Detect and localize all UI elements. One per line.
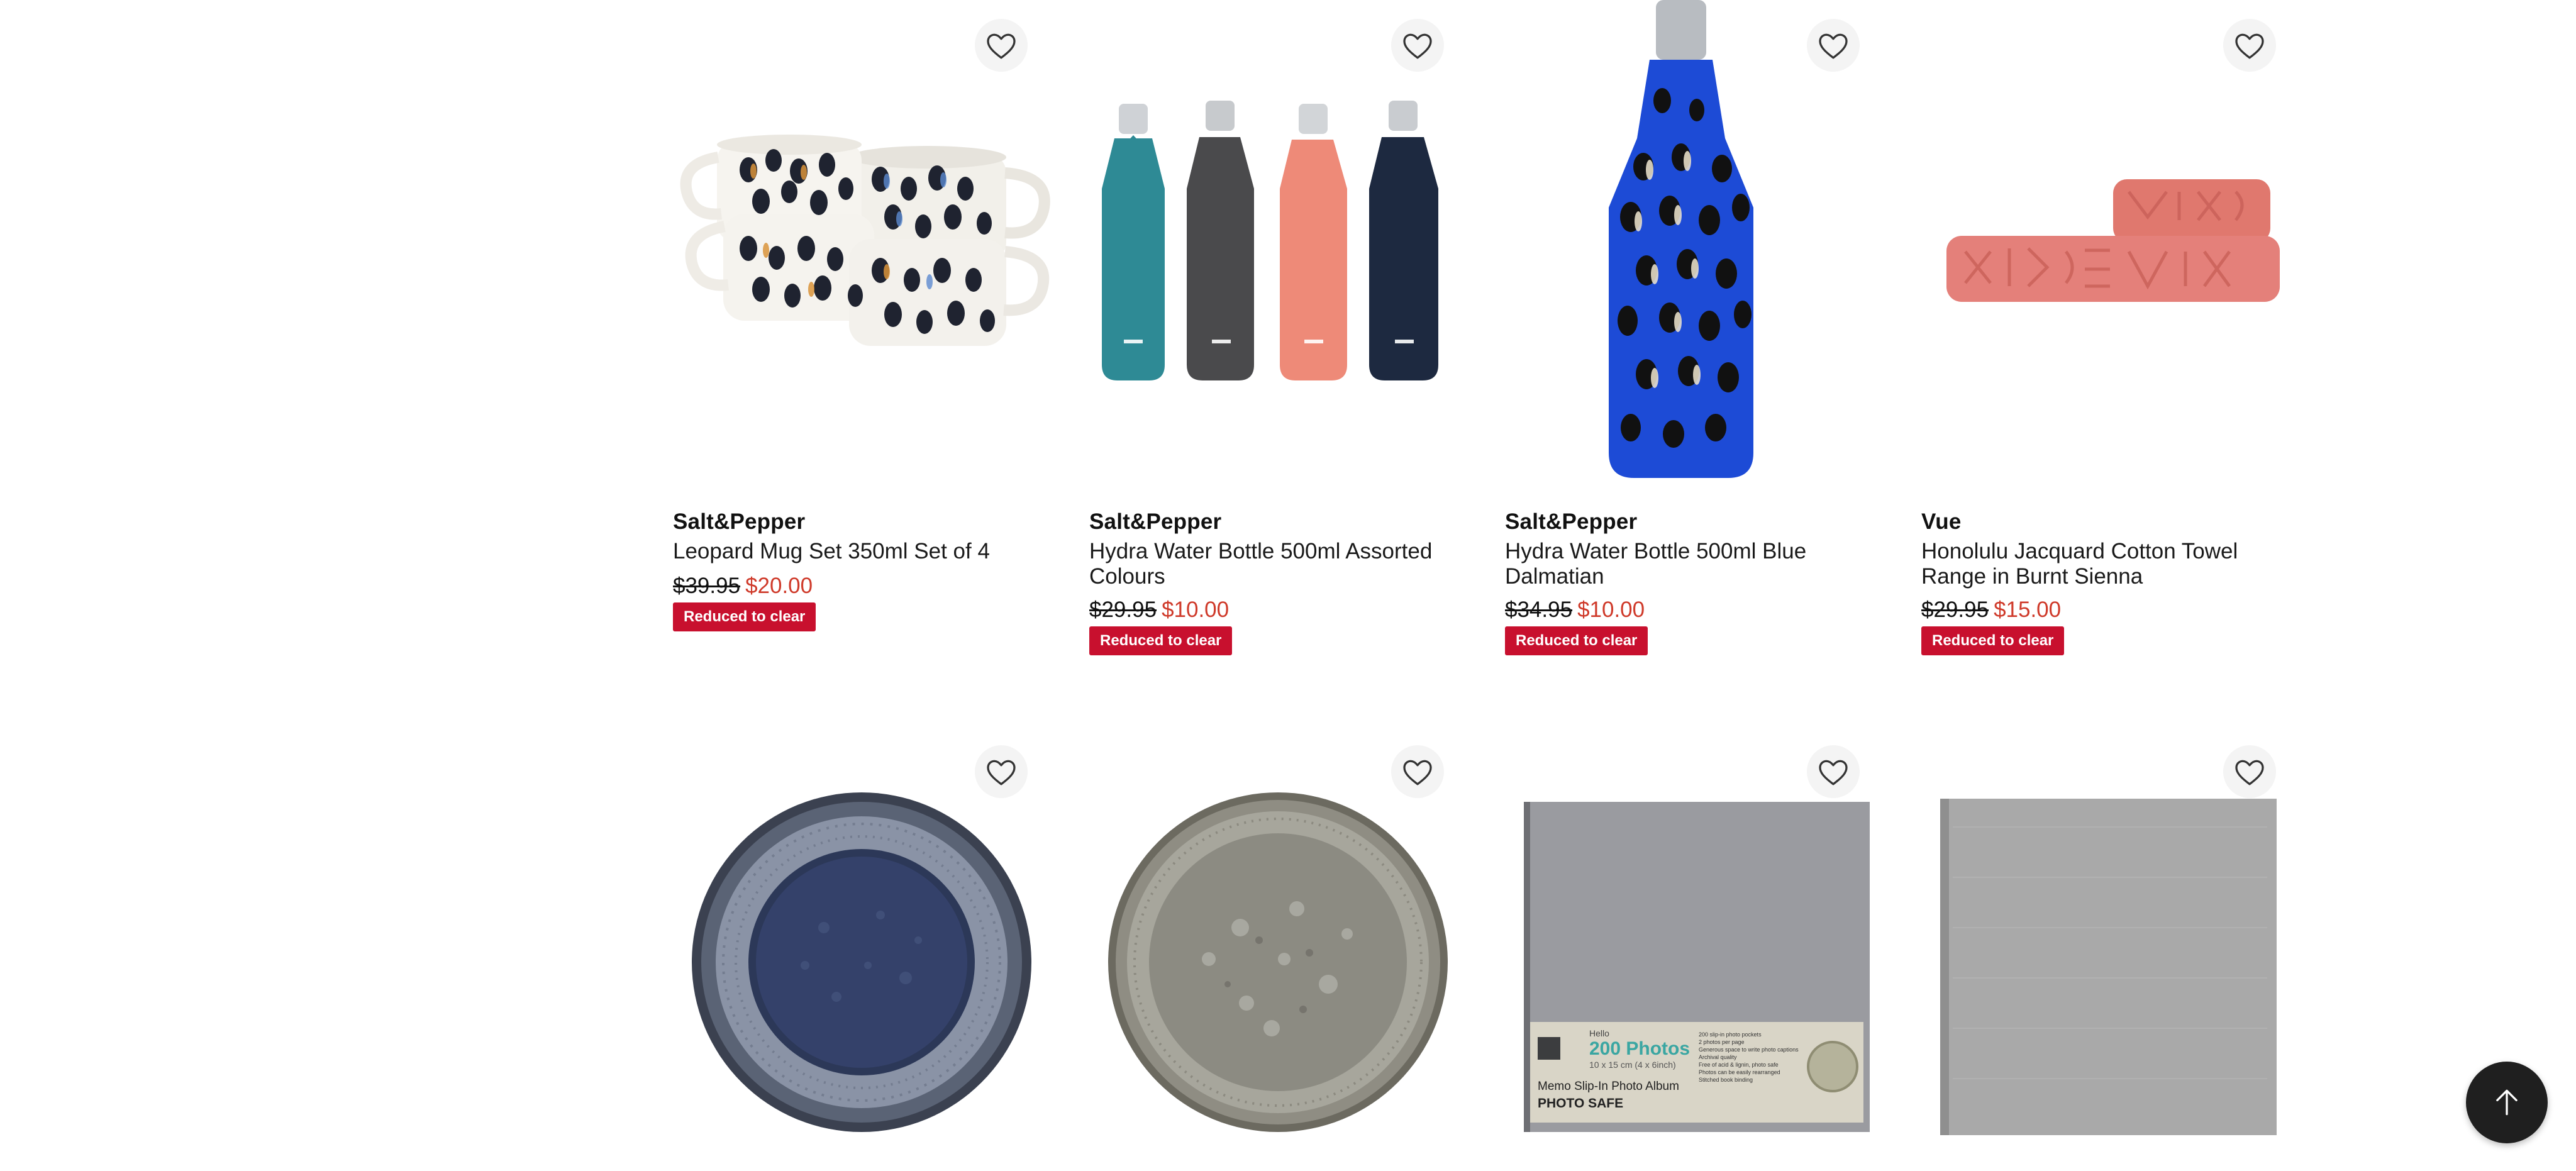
product-card[interactable] <box>673 726 1050 1171</box>
wishlist-heart-button[interactable] <box>1391 19 1444 72</box>
reduced-to-clear-badge: Reduced to clear <box>1921 626 2065 655</box>
product-prices: $29.95 $10.00 <box>1089 597 1229 623</box>
album-subtitle: PHOTO SAFE <box>1538 1096 1624 1111</box>
heart-outline-icon <box>2235 33 2264 59</box>
product-card[interactable] <box>1921 726 2299 1171</box>
product-image-bottle-blue-dalmatian[interactable] <box>1505 0 1882 491</box>
album-title: Memo Slip-In Photo Album <box>1538 1080 1679 1093</box>
product-image-bottles-assorted[interactable] <box>1089 0 1467 491</box>
heart-outline-icon <box>1819 760 1848 785</box>
heart-outline-icon <box>987 760 1016 785</box>
product-card[interactable]: Salt&Pepper Leopard Mug Set 350ml Set of… <box>673 0 1050 654</box>
reduced-to-clear-badge: Reduced to clear <box>1089 626 1233 655</box>
product-brand: Salt&Pepper <box>673 509 806 534</box>
product-prices: $29.95 $15.00 <box>1921 597 2061 623</box>
wishlist-heart-button[interactable] <box>1807 19 1860 72</box>
wishlist-heart-button[interactable] <box>2223 745 2276 798</box>
heart-outline-icon <box>2235 760 2264 785</box>
product-name-link[interactable]: Hydra Water Bottle 500ml Assorted Colour… <box>1089 539 1441 589</box>
product-card[interactable] <box>1089 726 1467 1171</box>
product-brand: Vue <box>1921 509 1962 534</box>
album-feature-list: 200 slip-in photo pockets 2 photos per p… <box>1699 1031 1799 1083</box>
product-card[interactable]: Salt&Pepper Hydra Water Bottle 500ml Blu… <box>1505 0 1882 679</box>
sale-price: $10.00 <box>1162 597 1230 622</box>
album-label: Hello 200 Photos 10 x 15 cm (4 x 6inch) … <box>1530 1022 1863 1123</box>
back-to-top-button[interactable] <box>2466 1062 2548 1143</box>
product-card[interactable]: Hello 200 Photos 10 x 15 cm (4 x 6inch) … <box>1505 726 1882 1171</box>
wishlist-heart-button[interactable] <box>975 19 1028 72</box>
heart-outline-icon <box>1403 33 1432 59</box>
album-seal <box>1807 1041 1858 1092</box>
sale-price: $15.00 <box>1994 597 2062 622</box>
reduced-to-clear-badge: Reduced to clear <box>1505 626 1648 655</box>
original-price: $39.95 <box>673 574 741 598</box>
arrow-up-icon <box>2496 1089 2518 1116</box>
reduced-to-clear-badge: Reduced to clear <box>673 602 816 631</box>
sale-price: $10.00 <box>1577 597 1645 622</box>
wishlist-heart-button[interactable] <box>2223 19 2276 72</box>
product-name-link[interactable]: Hydra Water Bottle 500ml Blue Dalmatian <box>1505 539 1857 589</box>
wishlist-heart-button[interactable] <box>1391 745 1444 798</box>
heart-outline-icon <box>1819 33 1848 59</box>
product-card[interactable]: Vue Honolulu Jacquard Cotton Towel Range… <box>1921 0 2299 679</box>
product-image-towels[interactable] <box>1921 0 2299 491</box>
product-prices: $34.95 $10.00 <box>1505 597 1645 623</box>
wishlist-heart-button[interactable] <box>975 745 1028 798</box>
product-prices: $39.95 $20.00 <box>673 574 813 599</box>
product-grid: Salt&Pepper Leopard Mug Set 350ml Set of… <box>0 0 2576 1171</box>
product-image-mugs[interactable] <box>673 0 1050 491</box>
product-name-link[interactable]: Honolulu Jacquard Cotton Towel Range in … <box>1921 539 2273 589</box>
original-price: $34.95 <box>1505 597 1573 622</box>
wishlist-heart-button[interactable] <box>1807 745 1860 798</box>
album-headline: 200 Photos <box>1589 1038 1690 1059</box>
album-brand-text: Hello <box>1589 1028 1609 1038</box>
product-brand: Salt&Pepper <box>1505 509 1638 534</box>
album-size: 10 x 15 cm (4 x 6inch) <box>1589 1060 1676 1070</box>
product-brand: Salt&Pepper <box>1089 509 1222 534</box>
album-brand-logo <box>1538 1037 1560 1060</box>
product-name-link[interactable]: Leopard Mug Set 350ml Set of 4 <box>673 539 1025 564</box>
heart-outline-icon <box>987 33 1016 59</box>
sale-price: $20.00 <box>745 574 813 598</box>
heart-outline-icon <box>1403 760 1432 785</box>
original-price: $29.95 <box>1089 597 1157 622</box>
product-card[interactable]: Salt&Pepper Hydra Water Bottle 500ml Ass… <box>1089 0 1467 679</box>
original-price: $29.95 <box>1921 597 1989 622</box>
